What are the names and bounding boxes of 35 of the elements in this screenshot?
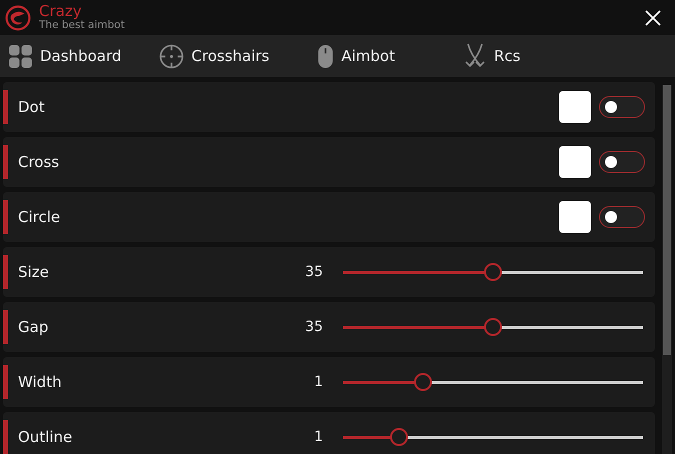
nav-tab[interactable]: Aimbot	[317, 44, 395, 68]
slider-value: 35	[305, 264, 323, 280]
logo-icon	[5, 4, 31, 30]
nav-tab[interactable]: Crosshairs	[159, 44, 270, 68]
setting-label: Cross	[18, 153, 60, 171]
nav-tab[interactable]: Dashboard	[8, 44, 122, 68]
slider-value: 1	[314, 374, 323, 390]
app-title: Crazy	[39, 3, 82, 20]
slider-thumb[interactable]	[484, 318, 502, 336]
slider-thumb[interactable]	[390, 428, 408, 446]
slider-value: 1	[314, 429, 323, 445]
slider-thumb[interactable]	[484, 262, 502, 280]
toggle-switch[interactable]	[599, 206, 645, 228]
setting-label: Gap	[18, 318, 50, 336]
scrollbar[interactable]	[662, 85, 672, 454]
grid-icon	[8, 44, 33, 68]
setting-label: Circle	[18, 208, 62, 226]
setting-label: Size	[18, 263, 50, 281]
crosshair-icon	[159, 44, 184, 68]
slider-thumb[interactable]	[414, 372, 432, 390]
slider-value: 35	[305, 319, 323, 335]
mouse-icon	[317, 44, 334, 68]
nav-tab[interactable]: Rcs	[462, 43, 520, 69]
setting-label: Width	[18, 373, 63, 391]
app-subtitle: The best aimbot	[39, 20, 126, 32]
scrollbar-thumb[interactable]	[663, 85, 671, 355]
color-swatch[interactable]	[559, 91, 591, 123]
color-swatch[interactable]	[559, 146, 591, 178]
setting-label: Outline	[18, 428, 74, 446]
color-swatch[interactable]	[559, 201, 591, 233]
toggle-switch[interactable]	[599, 151, 645, 173]
toggle-switch[interactable]	[599, 96, 645, 118]
setting-label: Dot	[18, 98, 46, 116]
close-icon	[645, 10, 661, 26]
crossed-arrows-icon	[462, 43, 487, 69]
